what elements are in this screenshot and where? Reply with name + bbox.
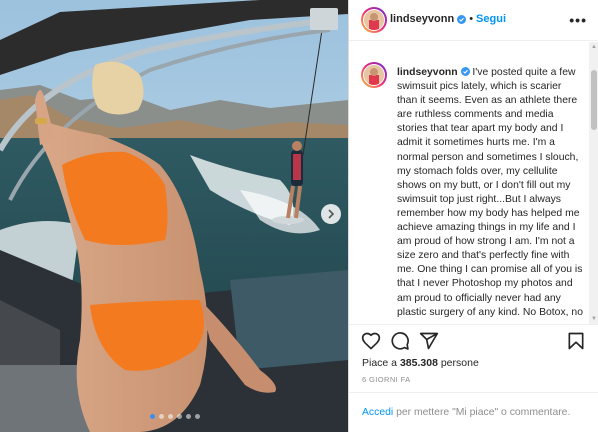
caption-text: I've posted quite a few swimsuit pics la…: [397, 67, 583, 318]
comment-icon[interactable]: [390, 331, 410, 351]
avatar[interactable]: [361, 7, 387, 33]
post-sidebar: lindseyvonn • Segui ••• lindseyvonn I've…: [348, 0, 598, 432]
post-caption: lindseyvonn I've posted quite a few swim…: [397, 66, 583, 320]
profile-picture-icon: [364, 65, 384, 85]
scroll-up-arrow-icon[interactable]: ▲: [591, 44, 597, 50]
login-prompt-text: per mettere "Mi piace" o commentare.: [393, 407, 571, 418]
carousel-dot: [186, 414, 191, 419]
post-actions: [349, 324, 598, 355]
instagram-post: lindseyvonn • Segui ••• lindseyvonn I've…: [0, 0, 598, 432]
comments-scrollbar[interactable]: ▲ ▼: [589, 42, 598, 324]
follow-button[interactable]: Segui: [476, 13, 506, 25]
post-header: lindseyvonn • Segui •••: [349, 0, 598, 41]
more-options-icon[interactable]: •••: [569, 12, 587, 28]
likes-count[interactable]: Piace a 385.308 persone: [362, 357, 479, 369]
photo-scene: [0, 0, 348, 432]
post-date[interactable]: 6 GIORNI FA: [362, 375, 411, 384]
verified-badge-icon: [457, 14, 467, 24]
like-heart-icon[interactable]: [361, 331, 381, 351]
profile-picture-icon: [364, 10, 384, 30]
likes-prefix: Piace a: [362, 357, 400, 369]
carousel-dot: [168, 414, 173, 419]
comments-area: lindseyvonn I've posted quite a few swim…: [349, 42, 589, 324]
carousel-dot: [195, 414, 200, 419]
carousel-indicator: [150, 414, 200, 419]
header-username[interactable]: lindseyvonn: [390, 13, 454, 25]
follow-separator: •: [469, 13, 474, 25]
carousel-dot: [159, 414, 164, 419]
likes-number: 385.308: [399, 357, 438, 369]
caption-avatar[interactable]: [361, 62, 387, 88]
scroll-down-arrow-icon[interactable]: ▼: [591, 316, 597, 322]
verified-badge-icon: [460, 67, 470, 76]
chevron-right-icon: [328, 209, 335, 219]
carousel-dot: [150, 414, 155, 419]
share-send-icon[interactable]: [419, 331, 439, 351]
post-photo[interactable]: [0, 0, 348, 432]
next-slide-button[interactable]: [321, 204, 341, 224]
carousel-dot: [177, 414, 182, 419]
caption-username[interactable]: lindseyvonn: [397, 67, 458, 78]
save-bookmark-icon[interactable]: [566, 331, 586, 351]
likes-suffix: persone: [437, 357, 479, 369]
login-prompt: Accedi per mettere "Mi piace" o commenta…: [349, 392, 598, 433]
login-link[interactable]: Accedi: [362, 407, 393, 418]
scrollbar-thumb[interactable]: [591, 70, 597, 130]
